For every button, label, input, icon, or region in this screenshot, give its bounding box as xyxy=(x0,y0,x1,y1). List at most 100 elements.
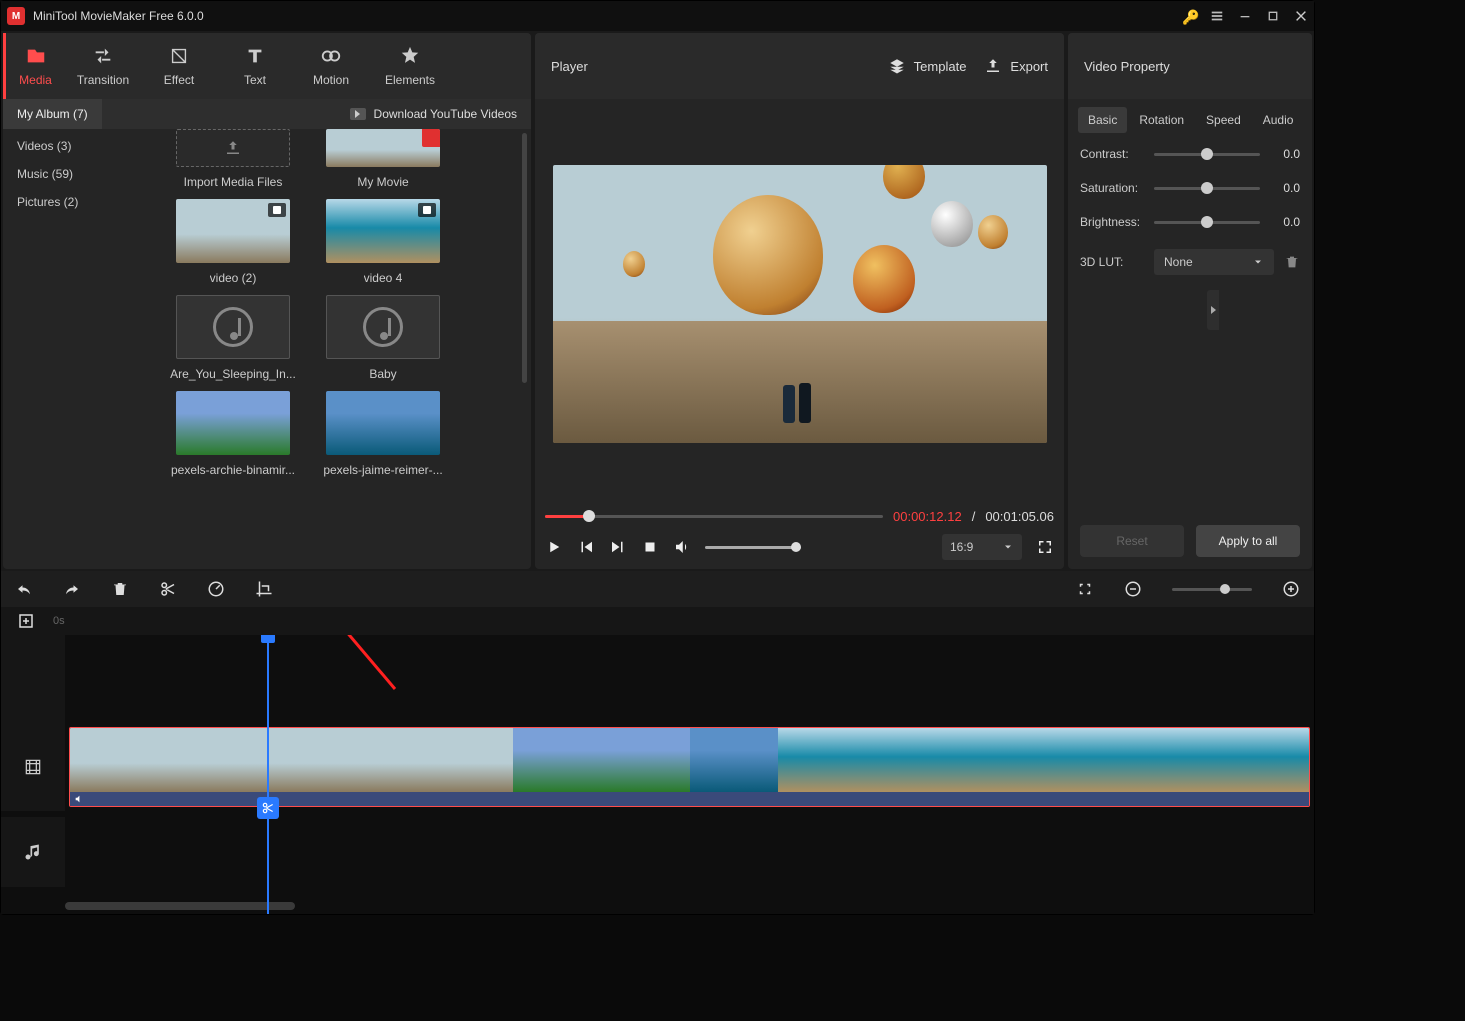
media-item-video4[interactable]: video 4 xyxy=(313,199,453,285)
zoom-slider[interactable] xyxy=(1172,588,1252,591)
maximize-icon[interactable] xyxy=(1266,9,1280,23)
fit-icon[interactable] xyxy=(1076,580,1094,598)
tab-effect[interactable]: Effect xyxy=(141,33,217,99)
media-caption: Baby xyxy=(369,367,396,381)
flag-icon xyxy=(422,129,440,147)
tab-text[interactable]: Text xyxy=(217,33,293,99)
app-logo-icon: M xyxy=(7,7,25,25)
minimize-icon[interactable] xyxy=(1238,9,1252,23)
saturation-slider[interactable] xyxy=(1154,187,1260,190)
lut-value: None xyxy=(1164,255,1193,269)
volume-slider[interactable] xyxy=(705,546,801,549)
delete-icon[interactable] xyxy=(111,580,129,598)
cat-videos[interactable]: Videos (3) xyxy=(17,139,139,153)
reset-button[interactable]: Reset xyxy=(1080,525,1184,557)
album-tab[interactable]: My Album (7) xyxy=(3,99,102,129)
cat-music[interactable]: Music (59) xyxy=(17,167,139,181)
media-caption: Are_You_Sleeping_In... xyxy=(170,367,296,381)
timeline-area[interactable] xyxy=(1,635,1314,914)
timeline-toolbar xyxy=(1,571,1314,607)
video-clip[interactable] xyxy=(69,727,1310,807)
property-tabs: Basic Rotation Speed Audio xyxy=(1068,99,1312,141)
timeline-scrollbar[interactable] xyxy=(65,902,1300,910)
thumb xyxy=(326,391,440,455)
trash-icon[interactable] xyxy=(1284,254,1300,270)
contrast-row: Contrast: 0.0 xyxy=(1080,147,1300,161)
youtube-icon xyxy=(350,108,366,120)
property-panel: Video Property Basic Rotation Speed Audi… xyxy=(1068,33,1312,569)
zoom-in-icon[interactable] xyxy=(1282,580,1300,598)
video-preview[interactable] xyxy=(553,165,1047,443)
prev-frame-icon[interactable] xyxy=(577,538,595,556)
ptab-rotation[interactable]: Rotation xyxy=(1129,107,1194,133)
download-youtube-button[interactable]: Download YouTube Videos xyxy=(350,107,531,121)
export-label: Export xyxy=(1010,59,1048,74)
media-item-pic1[interactable]: pexels-archie-binamir... xyxy=(163,391,303,477)
time-total: 00:01:05.06 xyxy=(985,509,1054,524)
thumb xyxy=(176,295,290,359)
expand-handle[interactable] xyxy=(1207,290,1219,330)
import-thumb xyxy=(176,129,290,167)
media-caption: video 4 xyxy=(364,271,403,285)
tab-media[interactable]: Media xyxy=(3,33,65,99)
tab-transition[interactable]: Transition xyxy=(65,33,141,99)
player-panel: Player Template Export xyxy=(535,33,1064,569)
add-track-icon[interactable] xyxy=(17,612,35,630)
zoom-out-icon[interactable] xyxy=(1124,580,1142,598)
close-icon[interactable] xyxy=(1294,9,1308,23)
export-button[interactable]: Export xyxy=(984,57,1048,75)
lut-select[interactable]: None xyxy=(1154,249,1274,275)
ptab-basic[interactable]: Basic xyxy=(1078,107,1127,133)
music-note-icon xyxy=(213,307,253,347)
tab-label: Elements xyxy=(385,73,435,87)
menu-icon[interactable] xyxy=(1210,9,1224,23)
media-item-video2[interactable]: video (2) xyxy=(163,199,303,285)
thumb xyxy=(326,129,440,167)
playhead[interactable] xyxy=(267,635,269,914)
key-icon[interactable]: 🔑 xyxy=(1182,9,1196,23)
undo-icon[interactable] xyxy=(15,580,33,598)
ptab-speed[interactable]: Speed xyxy=(1196,107,1251,133)
import-media-item[interactable]: Import Media Files xyxy=(163,129,303,189)
chevron-down-icon xyxy=(1002,541,1014,553)
timeline-ruler[interactable]: 0s xyxy=(1,607,1314,635)
media-item-pic2[interactable]: pexels-jaime-reimer-... xyxy=(313,391,453,477)
cat-pictures[interactable]: Pictures (2) xyxy=(17,195,139,209)
media-item-mymovie[interactable]: My Movie xyxy=(313,129,453,189)
media-caption: pexels-archie-binamir... xyxy=(171,463,295,477)
lut-row: 3D LUT: None xyxy=(1080,249,1300,275)
tab-motion[interactable]: Motion xyxy=(293,33,369,99)
apply-all-button[interactable]: Apply to all xyxy=(1196,525,1300,557)
brightness-label: Brightness: xyxy=(1080,215,1144,229)
media-item-audio2[interactable]: Baby xyxy=(313,295,453,381)
tab-elements[interactable]: Elements xyxy=(369,33,451,99)
split-badge[interactable] xyxy=(257,797,279,819)
property-title: Video Property xyxy=(1068,33,1312,99)
media-item-audio1[interactable]: Are_You_Sleeping_In... xyxy=(163,295,303,381)
template-icon xyxy=(888,57,906,75)
thumb xyxy=(176,199,290,263)
seek-bar[interactable]: 00:00:12.12 / 00:01:05.06 xyxy=(545,509,1054,524)
stop-icon[interactable] xyxy=(641,538,659,556)
brightness-slider[interactable] xyxy=(1154,221,1260,224)
fullscreen-icon[interactable] xyxy=(1036,538,1054,556)
tab-label: Transition xyxy=(77,73,129,87)
media-categories: Videos (3) Music (59) Pictures (2) xyxy=(3,129,153,569)
saturation-label: Saturation: xyxy=(1080,181,1144,195)
saturation-value: 0.0 xyxy=(1270,181,1300,195)
redo-icon[interactable] xyxy=(63,580,81,598)
app-title: MiniTool MovieMaker Free 6.0.0 xyxy=(33,9,1182,23)
template-button[interactable]: Template xyxy=(888,57,967,75)
media-caption: video (2) xyxy=(210,271,257,285)
volume-icon[interactable] xyxy=(673,538,691,556)
split-icon[interactable] xyxy=(159,580,177,598)
speed-icon[interactable] xyxy=(207,580,225,598)
play-icon[interactable] xyxy=(545,538,563,556)
music-icon xyxy=(23,842,43,862)
ptab-audio[interactable]: Audio xyxy=(1253,107,1304,133)
brightness-row: Brightness: 0.0 xyxy=(1080,215,1300,229)
next-frame-icon[interactable] xyxy=(609,538,627,556)
contrast-slider[interactable] xyxy=(1154,153,1260,156)
crop-icon[interactable] xyxy=(255,580,273,598)
aspect-ratio-select[interactable]: 16:9 xyxy=(942,534,1022,560)
